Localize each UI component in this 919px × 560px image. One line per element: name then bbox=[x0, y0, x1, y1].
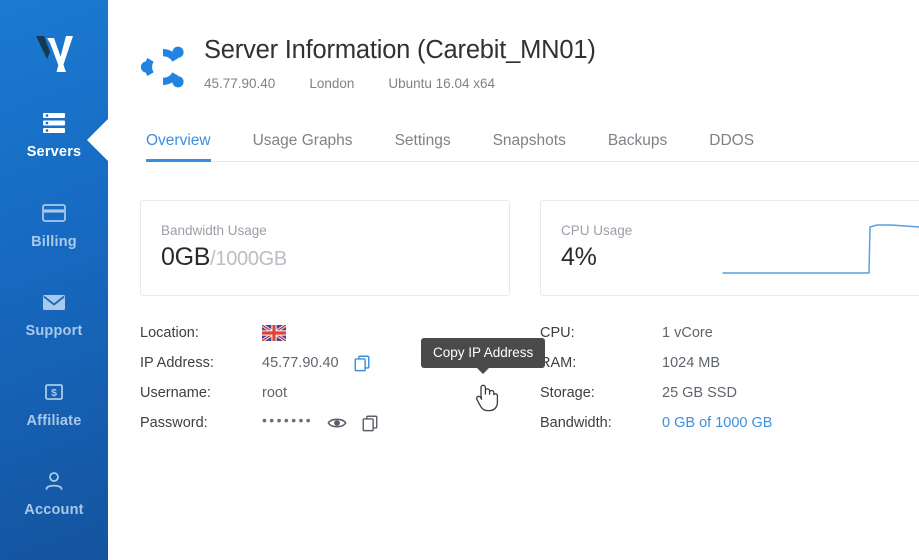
detail-label: Storage: bbox=[540, 385, 595, 401]
header-text: Server Information (Carebit_MN01) 45.77.… bbox=[204, 34, 596, 91]
copy-password-button[interactable] bbox=[361, 414, 379, 432]
detail-label: Bandwidth: bbox=[540, 415, 612, 431]
card-value: 0GB/1000GB bbox=[161, 243, 287, 272]
sidebar-item-support[interactable]: Support bbox=[0, 283, 108, 349]
detail-value: 25 GB SSD bbox=[662, 385, 737, 401]
meta-location: London bbox=[309, 76, 355, 92]
bandwidth-usage-card: Bandwidth Usage 0GB/1000GB bbox=[140, 200, 510, 296]
ip-address-value: 45.77.90.40 bbox=[262, 355, 339, 371]
detail-label: CPU: bbox=[540, 325, 575, 341]
card-label: Bandwidth Usage bbox=[161, 223, 267, 238]
password-masked-value: ••••••• bbox=[262, 412, 314, 428]
copy-icon bbox=[362, 415, 378, 432]
detail-value: root bbox=[262, 385, 287, 401]
sidebar-item-account[interactable]: Account bbox=[0, 462, 108, 528]
vultr-logo[interactable] bbox=[0, 22, 108, 84]
meta-os: Ubuntu 16.04 x64 bbox=[388, 76, 495, 92]
server-rack-icon bbox=[0, 110, 108, 136]
detail-label: Location: bbox=[140, 325, 199, 341]
detail-label: Username: bbox=[140, 385, 211, 401]
envelope-icon bbox=[0, 289, 108, 315]
detail-row-username: Username: root bbox=[140, 378, 510, 408]
card-label: CPU Usage bbox=[561, 223, 633, 238]
person-icon bbox=[0, 468, 108, 494]
detail-row-ram: RAM: 1024 MB bbox=[540, 348, 919, 378]
detail-row-storage: Storage: 25 GB SSD bbox=[540, 378, 919, 408]
ubuntu-logo bbox=[134, 38, 192, 96]
detail-row-bandwidth: Bandwidth: 0 GB of 1000 GB bbox=[540, 408, 919, 438]
tab-settings[interactable]: Settings bbox=[395, 132, 451, 162]
detail-value: 1 vCore bbox=[662, 325, 713, 341]
copy-ip-button[interactable] bbox=[353, 354, 371, 372]
detail-value: 1024 MB bbox=[662, 355, 721, 371]
tab-snapshots[interactable]: Snapshots bbox=[493, 132, 566, 162]
detail-label: Password: bbox=[140, 415, 208, 431]
tab-bar: Overview Usage Graphs Settings Snapshots… bbox=[134, 118, 919, 162]
dollar-box-icon: $ bbox=[0, 379, 108, 405]
meta-ip: 45.77.90.40 bbox=[204, 76, 276, 92]
detail-label: IP Address: bbox=[140, 355, 214, 371]
server-meta: 45.77.90.40 London Ubuntu 16.04 x64 bbox=[204, 76, 596, 91]
copy-ip-tooltip: Copy IP Address bbox=[421, 338, 546, 374]
tab-overview[interactable]: Overview bbox=[146, 132, 211, 162]
bandwidth-used: 0GB bbox=[161, 243, 211, 271]
app-root: Servers Billing Support $ Affiliate Acco… bbox=[0, 0, 919, 560]
copy-icon bbox=[354, 355, 370, 372]
sidebar-item-billing[interactable]: Billing bbox=[0, 194, 108, 260]
eye-icon bbox=[327, 418, 347, 428]
cpu-sparkline-chart bbox=[722, 224, 919, 274]
sidebar-item-label: Account bbox=[24, 502, 84, 518]
show-password-button[interactable] bbox=[327, 415, 347, 431]
header-top: Server Information (Carebit_MN01) 45.77.… bbox=[134, 34, 919, 96]
detail-label: RAM: bbox=[540, 355, 577, 371]
detail-column-left: Location: IP Address: 45.77.90.40 Userna… bbox=[140, 318, 510, 438]
cpu-usage-card: CPU Usage 4% bbox=[540, 200, 919, 296]
detail-value: 45.77.90.40 bbox=[262, 354, 371, 372]
detail-row-cpu: CPU: 1 vCore bbox=[540, 318, 919, 348]
svg-text:$: $ bbox=[51, 387, 57, 399]
sidebar-item-affiliate[interactable]: $ Affiliate bbox=[0, 373, 108, 439]
page-header: Server Information (Carebit_MN01) 45.77.… bbox=[108, 0, 919, 162]
bandwidth-link[interactable]: 0 GB of 1000 GB bbox=[662, 415, 772, 431]
credit-card-icon bbox=[0, 200, 108, 226]
tab-usage-graphs[interactable]: Usage Graphs bbox=[253, 132, 353, 162]
vultr-logo-icon bbox=[36, 36, 73, 72]
bandwidth-total: /1000GB bbox=[210, 248, 287, 270]
sidebar-item-label: Affiliate bbox=[26, 412, 82, 429]
sidebar-item-servers[interactable]: Servers bbox=[0, 104, 108, 170]
page-title: Server Information (Carebit_MN01) bbox=[204, 36, 596, 64]
stat-cards: Bandwidth Usage 0GB/1000GB CPU Usage 4% bbox=[108, 200, 919, 296]
sidebar: Servers Billing Support $ Affiliate Acco… bbox=[0, 0, 108, 560]
uk-flag-icon bbox=[262, 325, 286, 341]
sidebar-item-label: Servers bbox=[26, 144, 82, 160]
sidebar-nav: Servers Billing Support $ Affiliate Acco… bbox=[0, 104, 108, 552]
detail-columns: Location: IP Address: 45.77.90.40 Userna… bbox=[108, 318, 919, 438]
detail-row-password: Password: ••••••• bbox=[140, 408, 510, 438]
tab-backups[interactable]: Backups bbox=[608, 132, 667, 162]
detail-value bbox=[262, 325, 286, 341]
sidebar-item-label: Support bbox=[25, 323, 83, 339]
sidebar-item-label: Billing bbox=[31, 233, 77, 250]
card-value: 4% bbox=[561, 243, 597, 271]
detail-value: ••••••• bbox=[262, 412, 379, 432]
tab-ddos[interactable]: DDOS bbox=[709, 132, 754, 162]
main-content: Server Information (Carebit_MN01) 45.77.… bbox=[108, 0, 919, 560]
detail-column-right: CPU: 1 vCore RAM: 1024 MB Storage: 25 GB… bbox=[540, 318, 919, 438]
